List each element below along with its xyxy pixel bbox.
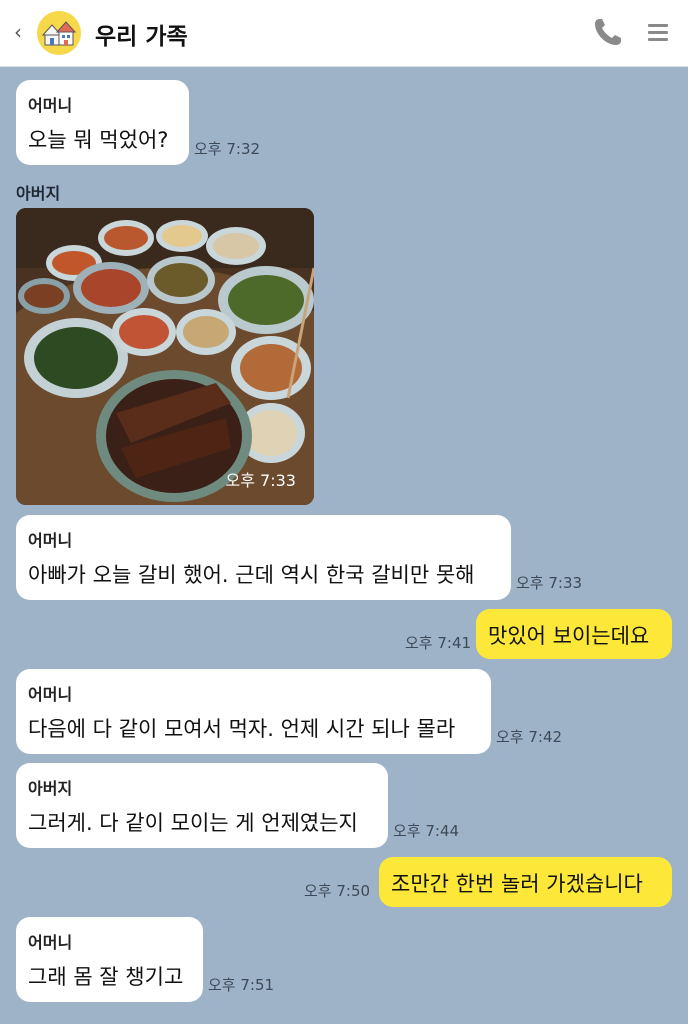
sender-name: 어머니: [28, 96, 73, 115]
message-text: 그러게. 다 같이 모이는 게 언제였는지: [28, 811, 358, 835]
message-time: 오후 7:41: [405, 634, 472, 652]
message-bubble[interactable]: 아버지 그러게. 다 같이 모이는 게 언제였는지: [16, 763, 388, 848]
chat-header: ‹ 우리 가족: [0, 0, 688, 67]
message-text: 오늘 뭐 먹었어?: [28, 128, 169, 152]
message-bubble[interactable]: 어머니 그래 몸 잘 챙기고: [16, 917, 203, 1002]
message-bubble[interactable]: 어머니 다음에 다 같이 모여서 먹자. 언제 시간 되나 몰라: [16, 669, 491, 754]
photo-time: 오후 7:33: [225, 471, 296, 490]
back-button[interactable]: ‹: [14, 20, 22, 44]
message-text: 아빠가 오늘 갈비 했어. 근데 역시 한국 갈비만 못해: [28, 563, 475, 587]
family-house-icon[interactable]: [37, 11, 81, 55]
message-time: 오후 7:42: [496, 728, 563, 746]
message-time: 오후 7:33: [516, 574, 583, 592]
korean-table-food-photo[interactable]: 오후 7:33: [16, 208, 314, 505]
message-text: 그래 몸 잘 챙기고: [28, 965, 184, 989]
hamburger-menu-icon[interactable]: [648, 24, 668, 42]
sender-name: 어머니: [28, 933, 73, 952]
sender-name: 아버지: [28, 779, 73, 798]
chat-title: 우리 가족: [95, 24, 188, 50]
message-bubble[interactable]: 어머니 아빠가 오늘 갈비 했어. 근데 역시 한국 갈비만 못해: [16, 515, 511, 600]
message-text: 다음에 다 같이 모여서 먹자. 언제 시간 되나 몰라: [28, 717, 456, 741]
message-time: 오후 7:51: [208, 976, 275, 994]
sender-name: 아버지: [16, 184, 61, 203]
sender-name: 어머니: [28, 685, 73, 704]
message-text: 맛있어 보이는데요: [488, 624, 650, 648]
message-time: 오후 7:44: [393, 822, 460, 840]
message-time: 오후 7:32: [194, 140, 261, 158]
message-bubble[interactable]: 어머니 오늘 뭐 먹었어?: [16, 80, 189, 165]
phone-icon[interactable]: [592, 16, 624, 48]
message-text: 조만간 한번 놀러 가겠습니다: [391, 872, 643, 896]
my-message-bubble[interactable]: 조만간 한번 놀러 가겠습니다: [379, 857, 672, 907]
message-time: 오후 7:50: [304, 882, 371, 900]
sender-name: 어머니: [28, 531, 73, 550]
my-message-bubble[interactable]: 맛있어 보이는데요: [476, 609, 672, 659]
